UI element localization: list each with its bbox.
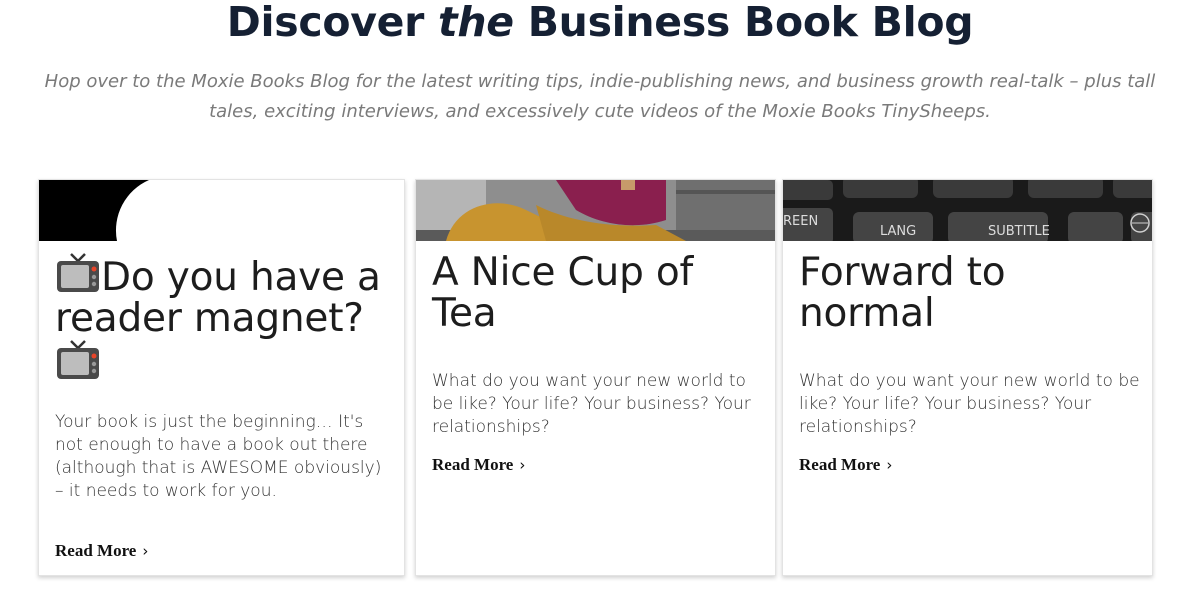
key-label: REEN	[783, 214, 818, 229]
television-icon	[57, 340, 99, 379]
read-more-link[interactable]: Read More ›	[55, 541, 148, 561]
post-thumbnail[interactable]: REEN LANG SUBTITLE	[783, 180, 1152, 241]
post-excerpt: What do you want your new world to be li…	[432, 371, 751, 437]
blog-post-card: REEN LANG SUBTITLE Forward to normal Wha…	[782, 179, 1153, 576]
read-more-link[interactable]: Read More ›	[432, 455, 525, 475]
post-thumbnail[interactable]	[39, 180, 404, 241]
post-title[interactable]: Forward to normal	[799, 252, 1140, 334]
post-title[interactable]: Do you have a reader magnet?	[55, 252, 392, 385]
post-thumbnail[interactable]	[416, 180, 775, 241]
page-subtitle: Hop over to the Moxie Books Blog for the…	[44, 71, 1156, 122]
post-excerpt: Your book is just the beginning… It's no…	[55, 412, 382, 501]
key-label: SUBTITLE	[988, 224, 1050, 239]
television-icon	[57, 253, 99, 292]
post-title[interactable]: A Nice Cup of Tea	[432, 252, 763, 334]
read-more-link[interactable]: Read More ›	[799, 455, 892, 475]
page-title: Discover the Business Book Blog	[226, 0, 974, 46]
post-excerpt: What do you want your new world to be li…	[799, 371, 1140, 437]
key-label: LANG	[880, 224, 916, 239]
blog-post-card: A Nice Cup of Tea What do you want your …	[415, 179, 776, 576]
chevron-right-icon: ›	[142, 542, 149, 560]
chevron-right-icon: ›	[519, 456, 526, 474]
chevron-right-icon: ›	[886, 456, 893, 474]
blog-post-card: Do you have a reader magnet? Your book i…	[38, 179, 405, 576]
